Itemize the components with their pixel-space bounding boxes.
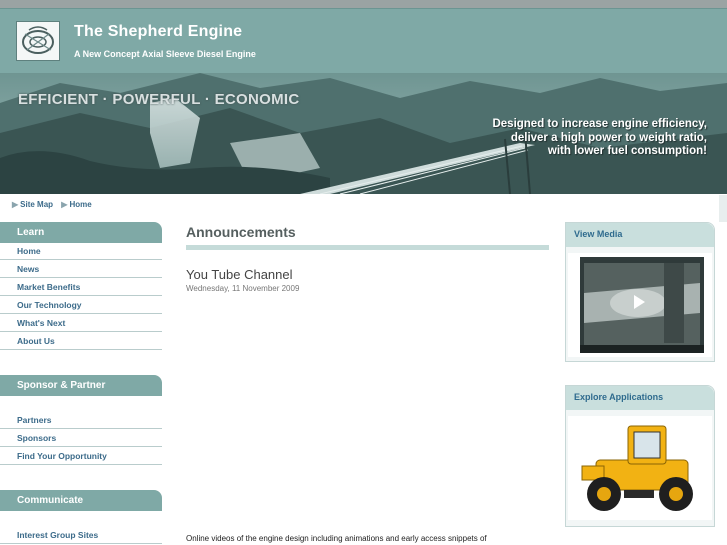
sidebar-section-communicate: Communicate bbox=[0, 490, 162, 511]
page-title: Announcements bbox=[186, 224, 296, 240]
sidebar-item-interest-group-sites[interactable]: Interest Group Sites bbox=[0, 527, 162, 544]
banner-line: Designed to increase engine efficiency, bbox=[492, 118, 707, 130]
engine-logo-icon[interactable] bbox=[16, 21, 60, 61]
sidebar-section-sponsor-partner: Sponsor & Partner bbox=[0, 375, 162, 396]
hero-banner: EFFICIENT · POWERFUL · ECONOMIC Designed… bbox=[0, 73, 727, 194]
sidebar-item-home[interactable]: Home bbox=[0, 243, 162, 260]
sidebar-item-find-opportunity[interactable]: Find Your Opportunity bbox=[0, 448, 162, 465]
sidebar-item-whats-next[interactable]: What's Next bbox=[0, 315, 162, 332]
tractor-image[interactable] bbox=[568, 416, 712, 520]
site-subtitle: A New Concept Axial Sleeve Diesel Engine bbox=[74, 49, 256, 59]
site-header: The Shepherd Engine A New Concept Axial … bbox=[0, 8, 727, 74]
banner-line: deliver a high power to weight ratio, bbox=[510, 131, 707, 144]
sidebar-item-news[interactable]: News bbox=[0, 261, 162, 278]
sidebar-item-sponsors[interactable]: Sponsors bbox=[0, 430, 162, 447]
article-title[interactable]: You Tube Channel bbox=[186, 267, 293, 282]
sidebar-item-about-us[interactable]: About Us bbox=[0, 333, 162, 350]
explore-applications-panel: Explore Applications bbox=[565, 385, 715, 527]
banner-tagline: EFFICIENT · POWERFUL · ECONOMIC bbox=[18, 91, 300, 108]
sidebar-section-learn: Learn bbox=[0, 222, 162, 243]
arrow-right-icon: ▶ bbox=[61, 200, 68, 209]
explore-applications-title[interactable]: Explore Applications bbox=[566, 386, 714, 410]
sidebar-item-market-benefits[interactable]: Market Benefits bbox=[0, 279, 162, 296]
page-scrollbar[interactable] bbox=[719, 195, 727, 222]
site-title[interactable]: The Shepherd Engine bbox=[74, 23, 242, 41]
view-media-title[interactable]: View Media bbox=[566, 223, 714, 247]
arrow-right-icon: ▶ bbox=[12, 200, 19, 209]
title-divider bbox=[186, 245, 549, 250]
banner-statement: Designed to increase engine efficiency, … bbox=[492, 118, 707, 159]
article-body: Online videos of the engine design inclu… bbox=[186, 534, 487, 543]
view-media-panel: View Media bbox=[565, 222, 715, 362]
top-strip bbox=[0, 0, 727, 8]
breadcrumb-site-map[interactable]: Site Map bbox=[20, 200, 53, 209]
video-player[interactable] bbox=[568, 253, 712, 357]
breadcrumb: ▶ Site Map ▶ Home bbox=[12, 200, 98, 209]
article-date: Wednesday, 11 November 2009 bbox=[186, 284, 300, 293]
breadcrumb-home[interactable]: Home bbox=[69, 200, 91, 209]
sidebar-item-partners[interactable]: Partners bbox=[0, 412, 162, 429]
banner-line: with lower fuel consumption! bbox=[547, 145, 707, 157]
sidebar-item-our-technology[interactable]: Our Technology bbox=[0, 297, 162, 314]
